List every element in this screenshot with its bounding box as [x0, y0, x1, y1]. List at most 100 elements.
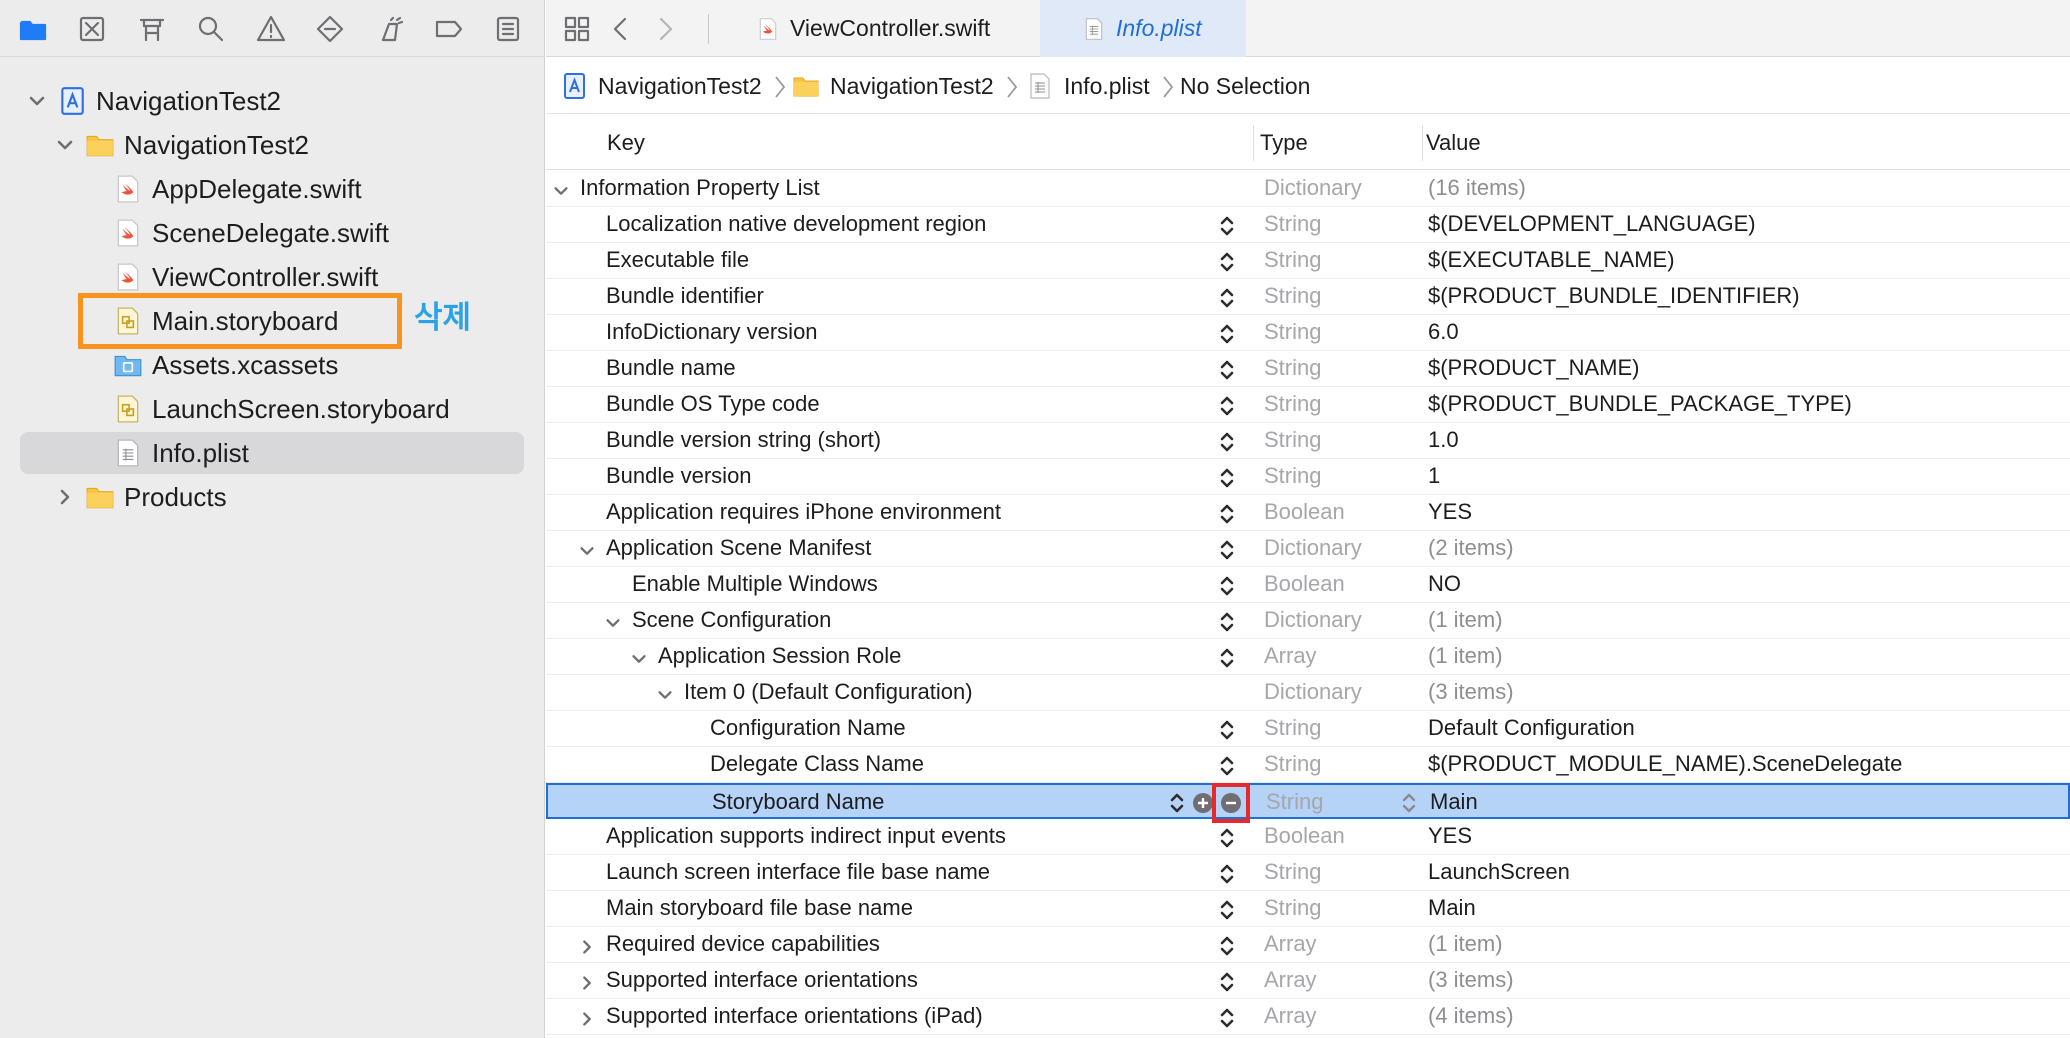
plist-key[interactable]: Delegate Class Name	[710, 747, 924, 781]
plist-type[interactable]: String	[1264, 243, 1321, 277]
plist-row[interactable]: Launch screen interface file base name St…	[546, 855, 2070, 891]
chevron-down-icon[interactable]	[54, 134, 76, 156]
plist-value[interactable]: (16 items)	[1428, 171, 1526, 205]
column-header-type[interactable]: Type	[1260, 115, 1308, 170]
key-stepper-icon[interactable]	[1216, 933, 1238, 959]
key-stepper-icon[interactable]	[1216, 609, 1238, 635]
key-stepper-icon[interactable]	[1216, 285, 1238, 311]
plist-value[interactable]: (4 items)	[1428, 999, 1514, 1033]
plist-type[interactable]: String	[1264, 207, 1321, 241]
plist-type[interactable]: Dictionary	[1264, 603, 1362, 637]
plist-row[interactable]: Required device capabilities Array (1 item…	[546, 927, 2070, 963]
plist-row[interactable]: Delegate Class Name String $(PRODUCT_MODUL…	[546, 747, 2070, 783]
key-stepper-icon[interactable]	[1216, 969, 1238, 995]
chevron-down-icon[interactable]	[552, 180, 570, 198]
plist-value[interactable]: Default Configuration	[1428, 711, 1635, 745]
plist-value[interactable]: 6.0	[1428, 315, 1459, 349]
plist-row[interactable]: Item 0 (Default Configuration) Dictionary…	[546, 675, 2070, 711]
key-stepper-icon[interactable]	[1216, 321, 1238, 347]
chevron-down-icon[interactable]	[604, 612, 622, 630]
plist-row[interactable]: Application supports indirect input even…	[546, 819, 2070, 855]
find-icon[interactable]	[192, 10, 230, 48]
chevron-down-icon[interactable]	[630, 648, 648, 666]
breadcrumb-item[interactable]: No Selection	[1180, 58, 1310, 114]
chevron-down-icon[interactable]	[578, 540, 596, 558]
chevron-right-icon[interactable]	[578, 972, 596, 990]
plist-type[interactable]: Array	[1264, 639, 1317, 673]
column-header-key[interactable]: Key	[607, 115, 645, 170]
column-header-value[interactable]: Value	[1426, 115, 1481, 170]
plist-type[interactable]: String	[1264, 351, 1321, 385]
editor-tab[interactable]: ViewController.swift	[744, 0, 990, 57]
test-icon[interactable]	[311, 10, 349, 48]
plist-value[interactable]: (2 items)	[1428, 531, 1514, 565]
plist-row[interactable]: Bundle name String $(PRODUCT_NAME)	[546, 351, 2070, 387]
plist-value[interactable]: Main	[1430, 785, 1478, 819]
key-stepper-icon[interactable]	[1216, 393, 1238, 419]
plist-key[interactable]: Scene Configuration	[632, 603, 831, 637]
key-stepper-icon[interactable]	[1216, 717, 1238, 743]
plist-key[interactable]: Information Property List	[580, 171, 820, 205]
plist-row[interactable]: Executable file String $(EXECUTABLE_NAME)	[546, 243, 2070, 279]
plist-type[interactable]: String	[1264, 855, 1321, 889]
plist-key[interactable]: Launch screen interface file base name	[606, 855, 990, 889]
plist-key[interactable]: Bundle identifier	[606, 279, 764, 313]
plist-value[interactable]: $(PRODUCT_MODULE_NAME).SceneDelegate	[1428, 747, 1902, 781]
plist-row[interactable]: Information Property List Dictionary (16 i…	[546, 171, 2070, 207]
breadcrumb-item[interactable]: Info.plist	[1026, 58, 1150, 114]
plist-type[interactable]: String	[1264, 891, 1321, 925]
plist-value[interactable]: YES	[1428, 495, 1472, 529]
plist-type[interactable]: String	[1264, 423, 1321, 457]
plist-key[interactable]: Storyboard Name	[712, 785, 884, 819]
key-stepper-icon[interactable]	[1216, 429, 1238, 455]
plist-type[interactable]: String	[1264, 387, 1321, 421]
editor-tab[interactable]: Info.plist	[1040, 0, 1246, 57]
plist-value[interactable]: (3 items)	[1428, 675, 1514, 709]
plist-key[interactable]: Application requires iPhone environment	[606, 495, 1001, 529]
key-stepper-icon[interactable]	[1216, 537, 1238, 563]
report-icon[interactable]	[489, 10, 527, 48]
grid-icon[interactable]	[560, 12, 594, 46]
plist-row[interactable]: Bundle version string (short) String 1.0	[546, 423, 2070, 459]
tree-item[interactable]: NavigationTest2	[20, 124, 524, 166]
key-stepper-icon[interactable]	[1216, 213, 1238, 239]
plist-key[interactable]: Main storyboard file base name	[606, 891, 913, 925]
tree-item[interactable]: Products	[20, 476, 524, 518]
tree-item[interactable]: AppDelegate.swift	[20, 168, 524, 210]
plist-value[interactable]: $(EXECUTABLE_NAME)	[1428, 243, 1675, 277]
plist-type[interactable]: Boolean	[1264, 567, 1345, 601]
plist-type[interactable]: Boolean	[1264, 495, 1345, 529]
plist-key[interactable]: Application Scene Manifest	[606, 531, 871, 565]
folder-icon[interactable]	[14, 10, 52, 48]
plist-row[interactable]: Bundle version String 1	[546, 459, 2070, 495]
plist-value[interactable]: LaunchScreen	[1428, 855, 1570, 889]
plist-key[interactable]: Item 0 (Default Configuration)	[684, 675, 973, 709]
type-stepper-icon[interactable]	[1398, 790, 1420, 816]
plist-key[interactable]: Supported interface orientations	[606, 963, 918, 997]
key-stepper-icon[interactable]	[1216, 249, 1238, 275]
breadcrumb-item[interactable]: NavigationTest2	[792, 58, 994, 114]
key-stepper-icon[interactable]	[1216, 501, 1238, 527]
tree-item[interactable]: NavigationTest2	[20, 80, 524, 122]
key-stepper-icon[interactable]	[1166, 790, 1188, 816]
plist-key[interactable]: Configuration Name	[710, 711, 906, 745]
plist-key[interactable]: Required device capabilities	[606, 927, 880, 961]
plist-row[interactable]: InfoDictionary version String 6.0	[546, 315, 2070, 351]
debug-icon[interactable]	[371, 10, 409, 48]
key-stepper-icon[interactable]	[1216, 825, 1238, 851]
plist-key[interactable]: Localization native development region	[606, 207, 986, 241]
plist-row[interactable]: Application requires iPhone environment B…	[546, 495, 2070, 531]
chevron-down-icon[interactable]	[656, 684, 674, 702]
plist-type[interactable]: String	[1264, 279, 1321, 313]
plist-type[interactable]: Dictionary	[1264, 531, 1362, 565]
plist-type[interactable]: String	[1264, 315, 1321, 349]
plist-type[interactable]: String	[1264, 711, 1321, 745]
plist-key[interactable]: Bundle OS Type code	[606, 387, 820, 421]
add-row-icon[interactable]	[1192, 792, 1214, 814]
chevron-right-icon[interactable]	[54, 486, 76, 508]
plist-row[interactable]: Application Session Role Array (1 item)	[546, 639, 2070, 675]
plist-value[interactable]: (1 item)	[1428, 639, 1503, 673]
plist-type[interactable]: Array	[1264, 963, 1317, 997]
tree-item[interactable]: LaunchScreen.storyboard	[20, 388, 524, 430]
tree-item[interactable]: Info.plist	[20, 432, 524, 474]
